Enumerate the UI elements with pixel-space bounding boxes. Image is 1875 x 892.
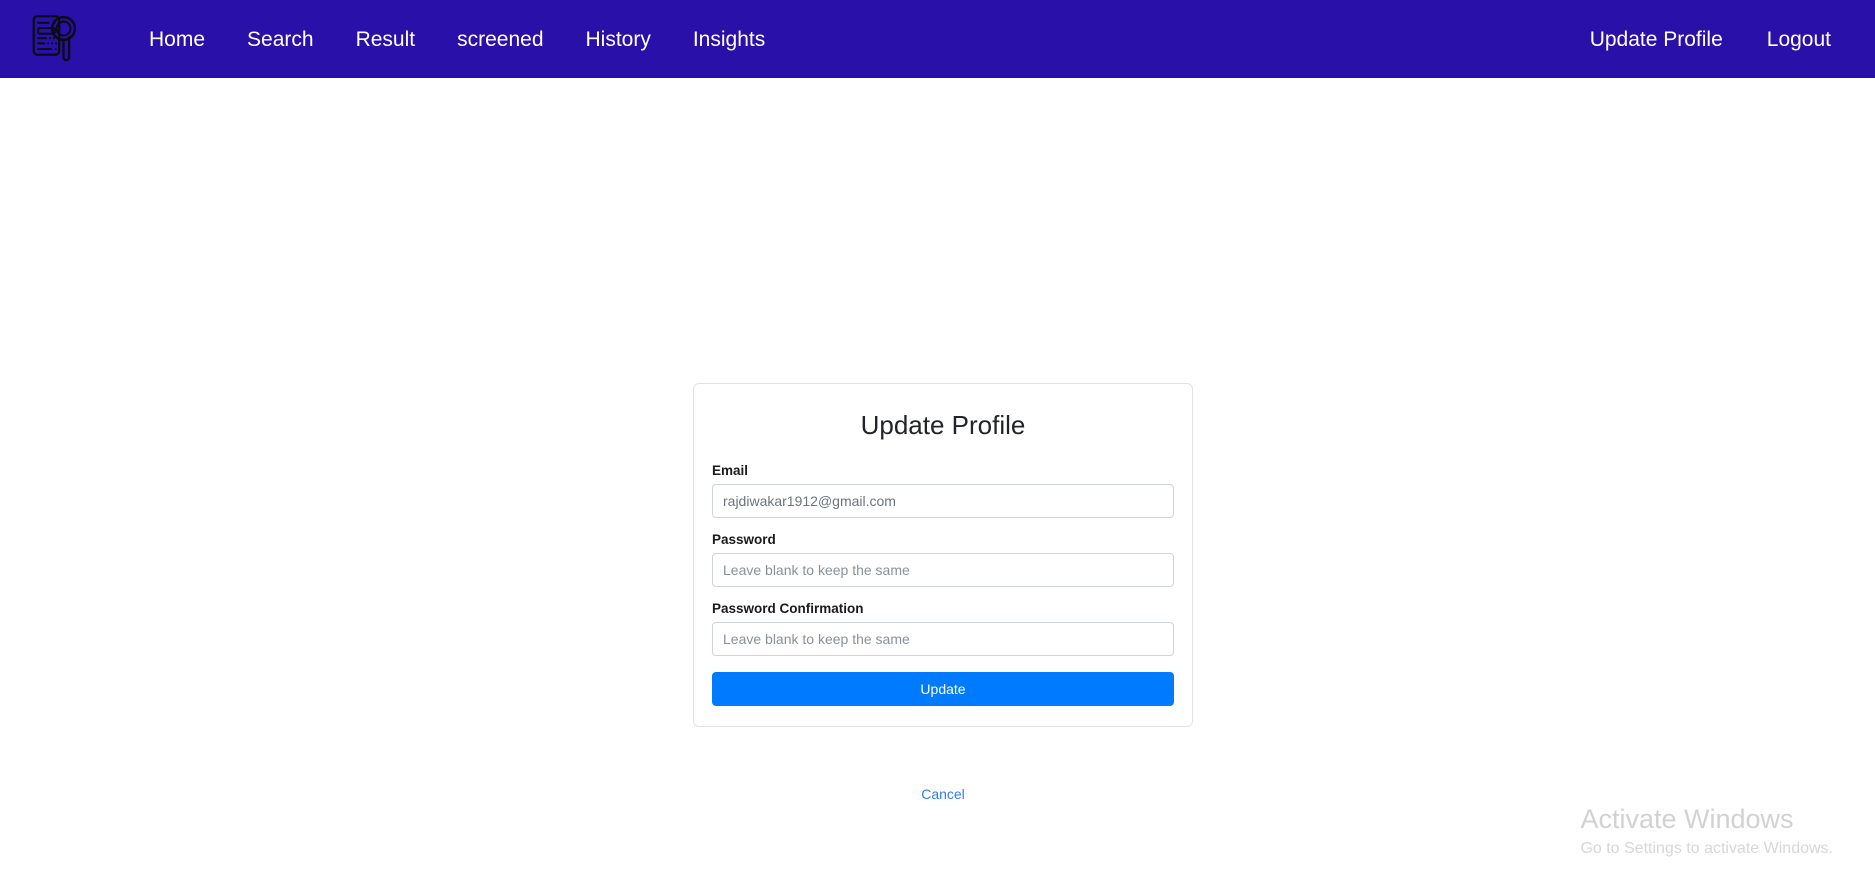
email-label: Email — [712, 463, 749, 478]
password-confirmation-label: Password Confirmation — [712, 601, 864, 616]
update-profile-card: Update Profile Email Password Password C… — [693, 383, 1193, 727]
nav-link-screened[interactable]: screened — [436, 21, 564, 58]
page-title: Update Profile — [860, 410, 1026, 440]
email-input[interactable] — [712, 484, 1174, 518]
password-label: Password — [712, 532, 776, 547]
cancel-link[interactable]: Cancel — [921, 786, 965, 802]
password-field-group: Password — [712, 532, 1174, 587]
update-profile-form: Email Password Password Confirmation Upd… — [712, 463, 1174, 706]
password-confirmation-input[interactable] — [712, 622, 1174, 656]
activate-windows-watermark: Activate Windows Go to Settings to activ… — [1580, 803, 1833, 860]
email-field-group: Email — [712, 463, 1174, 518]
watermark-subtitle: Go to Settings to activate Windows. — [1580, 839, 1833, 857]
nav-link-search[interactable]: Search — [226, 21, 335, 58]
nav-link-home[interactable]: Home — [128, 21, 226, 58]
watermark-title: Activate Windows — [1580, 804, 1794, 835]
page-content: Update Profile Email Password Password C… — [0, 78, 1875, 892]
password-confirmation-field-group: Password Confirmation — [712, 601, 1174, 656]
nav-link-result[interactable]: Result — [335, 21, 437, 58]
brand-logo-link[interactable] — [22, 8, 84, 70]
nav-link-history[interactable]: History — [565, 21, 672, 58]
cancel-row: Cancel — [693, 786, 1193, 804]
password-input[interactable] — [712, 553, 1174, 587]
document-magnifier-icon — [25, 11, 81, 67]
nav-link-insights[interactable]: Insights — [672, 21, 786, 58]
top-navbar: Home Search Result screened History Insi… — [0, 0, 1875, 78]
primary-nav: Home Search Result screened History Insi… — [128, 21, 786, 58]
update-button[interactable]: Update — [712, 672, 1174, 706]
account-nav: Update Profile Logout — [1568, 21, 1853, 58]
nav-link-update-profile[interactable]: Update Profile — [1568, 21, 1745, 58]
nav-link-logout[interactable]: Logout — [1745, 21, 1853, 58]
